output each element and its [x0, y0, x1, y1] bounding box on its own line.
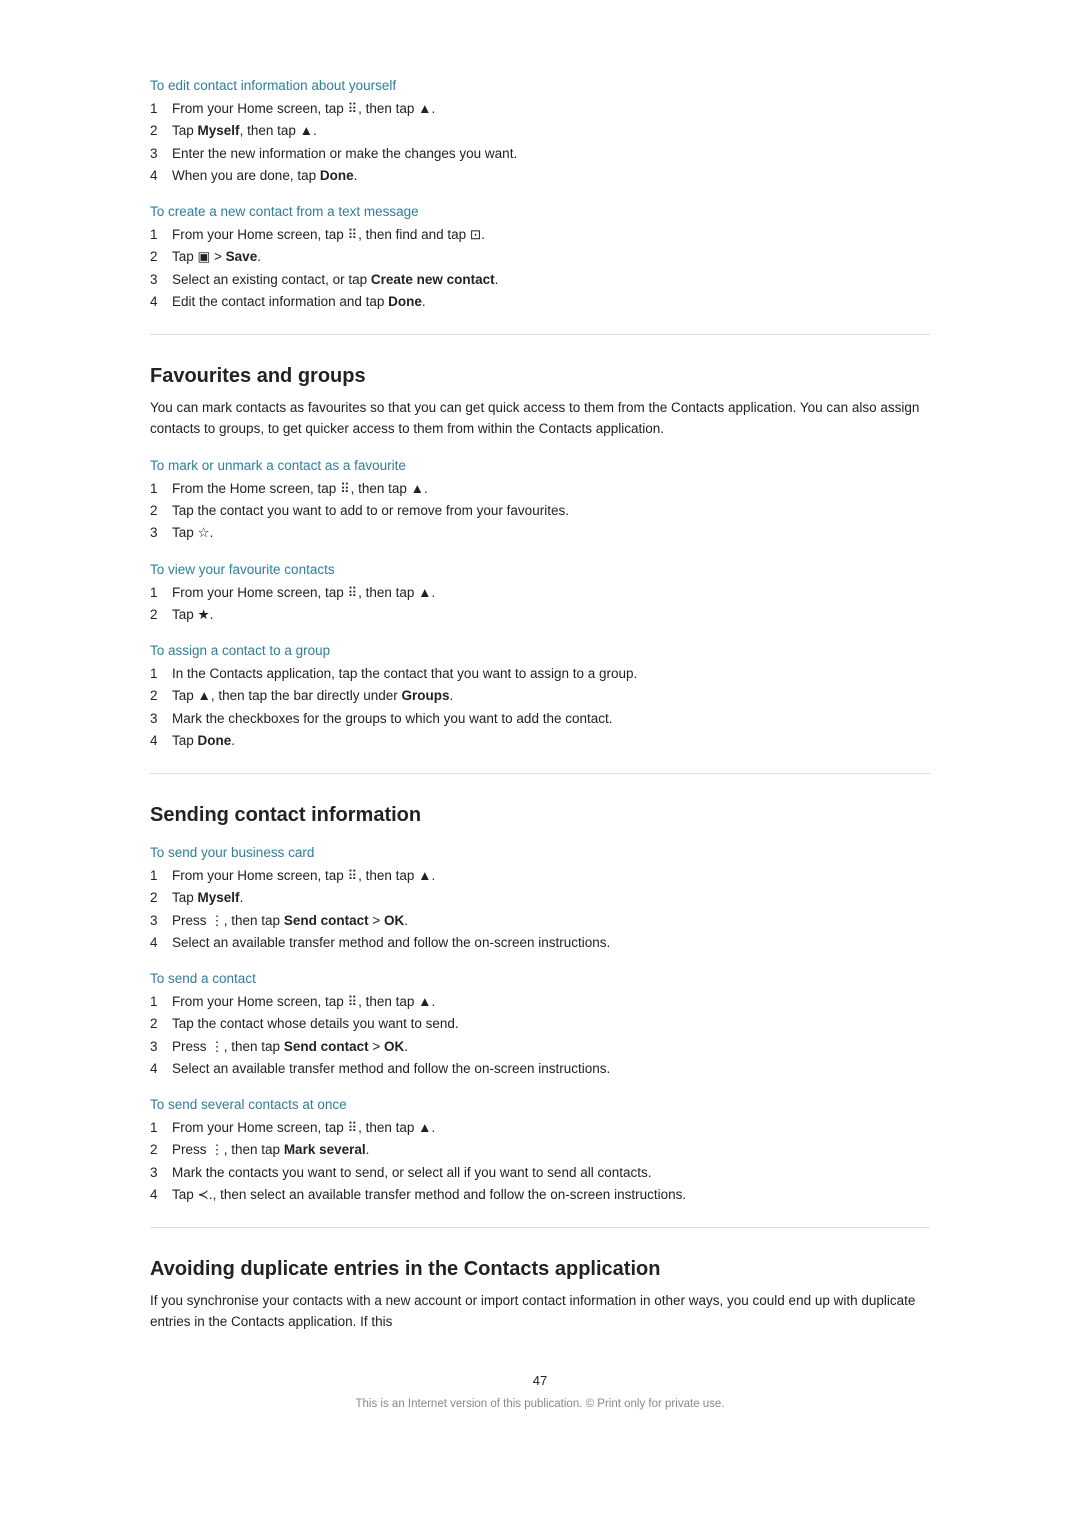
- list-item: 4 Edit the contact information and tap D…: [150, 292, 930, 312]
- subsection-mark-favourite: To mark or unmark a contact as a favouri…: [150, 458, 930, 544]
- list-item: 1 In the Contacts application, tap the c…: [150, 664, 930, 684]
- list-item: 2 Tap the contact you want to add to or …: [150, 501, 930, 521]
- list-item: 2 Tap ★.: [150, 605, 930, 625]
- subsection-send-several: To send several contacts at once 1 From …: [150, 1097, 930, 1205]
- section-create-contact: To create a new contact from a text mess…: [150, 204, 930, 312]
- footer-text: This is an Internet version of this publ…: [150, 1398, 930, 1410]
- section-divider-3: [150, 1227, 930, 1228]
- steps-create: 1 From your Home screen, tap ⠿, then fin…: [150, 225, 930, 312]
- section-avoiding-duplicates: Avoiding duplicate entries in the Contac…: [150, 1258, 930, 1333]
- list-item: 2 Tap Myself.: [150, 888, 930, 908]
- subsection-title-view: To view your favourite contacts: [150, 562, 930, 577]
- section-heading-favourites: Favourites and groups: [150, 365, 930, 388]
- steps-mark: 1 From the Home screen, tap ⠿, then tap …: [150, 479, 930, 544]
- section-heading-avoiding: Avoiding duplicate entries in the Contac…: [150, 1258, 930, 1281]
- list-item: 4 Select an available transfer method an…: [150, 933, 930, 953]
- list-item: 3 Press ⋮, then tap Send contact > OK.: [150, 911, 930, 931]
- list-item: 3 Press ⋮, then tap Send contact > OK.: [150, 1037, 930, 1057]
- page-number: 47: [150, 1373, 930, 1388]
- steps-send-contact: 1 From your Home screen, tap ⠿, then tap…: [150, 992, 930, 1079]
- list-item: 4 When you are done, tap Done.: [150, 166, 930, 186]
- page-content: To edit contact information about yourse…: [150, 0, 930, 1490]
- favourites-intro: You can mark contacts as favourites so t…: [150, 398, 930, 440]
- steps-view: 1 From your Home screen, tap ⠿, then tap…: [150, 583, 930, 626]
- list-item: 3 Mark the checkboxes for the groups to …: [150, 709, 930, 729]
- section-edit-contact: To edit contact information about yourse…: [150, 78, 930, 186]
- steps-edit: 1 From your Home screen, tap ⠿, then tap…: [150, 99, 930, 186]
- list-item: 1 From your Home screen, tap ⠿, then tap…: [150, 99, 930, 119]
- subsection-title-assign: To assign a contact to a group: [150, 643, 930, 658]
- list-item: 4 Tap ≺., then select an available trans…: [150, 1185, 930, 1205]
- steps-business-card: 1 From your Home screen, tap ⠿, then tap…: [150, 866, 930, 953]
- subsection-send-contact: To send a contact 1 From your Home scree…: [150, 971, 930, 1079]
- subsection-title-send-contact: To send a contact: [150, 971, 930, 986]
- list-item: 3 Enter the new information or make the …: [150, 144, 930, 164]
- list-item: 2 Press ⋮, then tap Mark several.: [150, 1140, 930, 1160]
- steps-send-several: 1 From your Home screen, tap ⠿, then tap…: [150, 1118, 930, 1205]
- list-item: 3 Tap ☆.: [150, 523, 930, 543]
- list-item: 4 Select an available transfer method an…: [150, 1059, 930, 1079]
- list-item: 2 Tap the contact whose details you want…: [150, 1014, 930, 1034]
- steps-assign: 1 In the Contacts application, tap the c…: [150, 664, 930, 751]
- section-divider-2: [150, 773, 930, 774]
- subsection-business-card: To send your business card 1 From your H…: [150, 845, 930, 953]
- section-sending: Sending contact information To send your…: [150, 804, 930, 1205]
- subsection-assign-group: To assign a contact to a group 1 In the …: [150, 643, 930, 751]
- subsection-title-send-several: To send several contacts at once: [150, 1097, 930, 1112]
- list-item: 2 Tap ▣ > Save.: [150, 247, 930, 267]
- list-item: 3 Select an existing contact, or tap Cre…: [150, 270, 930, 290]
- list-item: 1 From your Home screen, tap ⠿, then tap…: [150, 1118, 930, 1138]
- section-favourites: Favourites and groups You can mark conta…: [150, 365, 930, 751]
- list-item: 1 From the Home screen, tap ⠿, then tap …: [150, 479, 930, 499]
- list-item: 2 Tap ▲, then tap the bar directly under…: [150, 686, 930, 706]
- subsection-title-mark: To mark or unmark a contact as a favouri…: [150, 458, 930, 473]
- section-divider-1: [150, 334, 930, 335]
- subsection-title-business-card: To send your business card: [150, 845, 930, 860]
- subsection-view-favourites: To view your favourite contacts 1 From y…: [150, 562, 930, 626]
- list-item: 2 Tap Myself, then tap ▲.: [150, 121, 930, 141]
- list-item: 3 Mark the contacts you want to send, or…: [150, 1163, 930, 1183]
- avoiding-intro: If you synchronise your contacts with a …: [150, 1291, 930, 1333]
- section-heading-sending: Sending contact information: [150, 804, 930, 827]
- list-item: 1 From your Home screen, tap ⠿, then tap…: [150, 992, 930, 1012]
- list-item: 1 From your Home screen, tap ⠿, then fin…: [150, 225, 930, 245]
- list-item: 4 Tap Done.: [150, 731, 930, 751]
- subsection-title-edit: To edit contact information about yourse…: [150, 78, 930, 93]
- list-item: 1 From your Home screen, tap ⠿, then tap…: [150, 866, 930, 886]
- subsection-title-create: To create a new contact from a text mess…: [150, 204, 930, 219]
- list-item: 1 From your Home screen, tap ⠿, then tap…: [150, 583, 930, 603]
